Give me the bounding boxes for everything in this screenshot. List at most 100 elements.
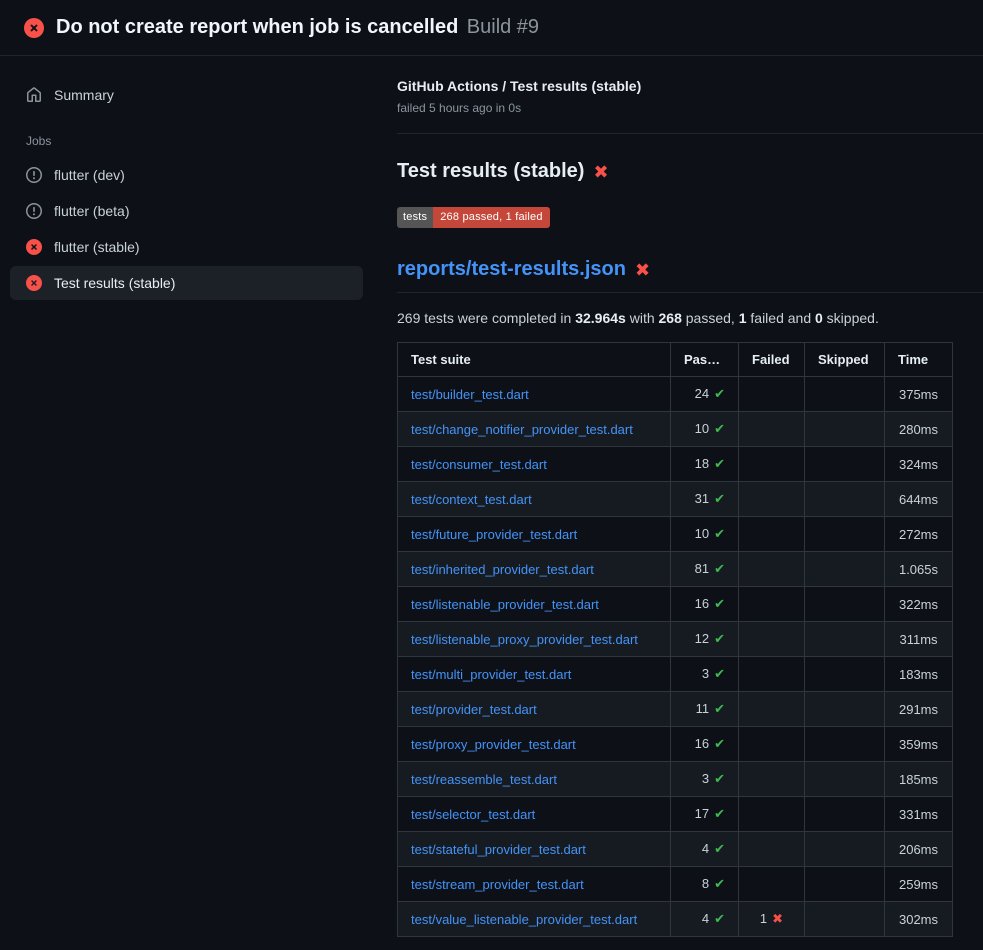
test-suite-link[interactable]: test/future_provider_test.dart [411, 527, 577, 542]
sidebar-item-test-results-stable[interactable]: Test results (stable) [10, 266, 363, 300]
test-suite-link[interactable]: test/listenable_provider_test.dart [411, 597, 599, 612]
sidebar-item-flutter-dev[interactable]: flutter (dev) [10, 158, 363, 192]
failed-cell [739, 797, 805, 832]
test-suite-link[interactable]: test/listenable_proxy_provider_test.dart [411, 632, 638, 647]
col-header-skipped: Skipped [805, 343, 885, 377]
passed-cell: 8✔ [671, 867, 739, 902]
table-row: test/proxy_provider_test.dart 16✔ 359ms [398, 727, 953, 762]
check-icon: ✔ [714, 386, 725, 401]
badge-label: tests [397, 207, 433, 228]
time-cell: 375ms [885, 377, 953, 412]
skipped-cell [805, 622, 885, 657]
failed-cell [739, 412, 805, 447]
skipped-cell [805, 867, 885, 902]
passed-cell: 10✔ [671, 412, 739, 447]
time-cell: 359ms [885, 727, 953, 762]
test-suite-link[interactable]: test/stateful_provider_test.dart [411, 842, 586, 857]
table-row: test/builder_test.dart 24✔ 375ms [398, 377, 953, 412]
table-row: test/future_provider_test.dart 10✔ 272ms [398, 517, 953, 552]
check-icon: ✔ [714, 596, 725, 611]
test-suite-link[interactable]: test/provider_test.dart [411, 702, 537, 717]
summary-failed-count: 1 [739, 310, 747, 326]
table-row: test/listenable_provider_test.dart 16✔ 3… [398, 587, 953, 622]
check-icon: ✔ [714, 456, 725, 471]
failed-cell [739, 657, 805, 692]
time-cell: 324ms [885, 447, 953, 482]
failed-cell [739, 517, 805, 552]
test-suite-link[interactable]: test/context_test.dart [411, 492, 532, 507]
check-run-panel: GitHub Actions / Test results (stable) f… [373, 56, 983, 937]
time-cell: 302ms [885, 902, 953, 937]
skipped-cell [805, 692, 885, 727]
test-suite-link[interactable]: test/reassemble_test.dart [411, 772, 557, 787]
skipped-cell [805, 762, 885, 797]
failed-cell: 1✖ [739, 902, 805, 937]
summary-skipped-count: 0 [815, 310, 823, 326]
skipped-cell [805, 482, 885, 517]
skipped-cell [805, 797, 885, 832]
time-cell: 331ms [885, 797, 953, 832]
sidebar-item-flutter-beta[interactable]: flutter (beta) [10, 194, 363, 228]
passed-cell: 17✔ [671, 797, 739, 832]
skipped-cell [805, 657, 885, 692]
breadcrumb: GitHub Actions / Test results (stable) [397, 78, 983, 94]
job-failed-icon [26, 275, 42, 291]
check-icon: ✔ [714, 631, 725, 646]
skipped-cell [805, 447, 885, 482]
col-header-time: Time [885, 343, 953, 377]
report-file-link[interactable]: reports/test-results.json [397, 258, 626, 281]
table-row: test/multi_provider_test.dart 3✔ 183ms [398, 657, 953, 692]
check-icon: ✔ [714, 771, 725, 786]
check-icon: ✔ [714, 736, 725, 751]
table-row: test/consumer_test.dart 18✔ 324ms [398, 447, 953, 482]
check-icon: ✔ [714, 806, 725, 821]
passed-cell: 16✔ [671, 587, 739, 622]
job-label: Test results (stable) [54, 275, 175, 291]
tests-badge: tests 268 passed, 1 failed [397, 207, 550, 228]
test-suite-link[interactable]: test/builder_test.dart [411, 387, 529, 402]
check-icon: ✔ [714, 841, 725, 856]
table-row: test/stateful_provider_test.dart 4✔ 206m… [398, 832, 953, 867]
check-icon: ✔ [714, 701, 725, 716]
time-cell: 185ms [885, 762, 953, 797]
skipped-cell [805, 902, 885, 937]
passed-cell: 11✔ [671, 692, 739, 727]
job-failed-icon [26, 239, 42, 255]
test-results-table: Test suite Passed Failed Skipped Time te… [397, 342, 953, 937]
run-title: Do not create report when job is cancell… [56, 16, 458, 38]
job-neutral-icon [26, 167, 42, 183]
skipped-cell [805, 412, 885, 447]
check-icon: ✔ [714, 561, 725, 576]
table-row: test/value_listenable_provider_test.dart… [398, 902, 953, 937]
failed-cell [739, 622, 805, 657]
test-suite-link[interactable]: test/value_listenable_provider_test.dart [411, 912, 637, 927]
sidebar-item-flutter-stable[interactable]: flutter (stable) [10, 230, 363, 264]
sidebar-item-summary[interactable]: Summary [10, 78, 363, 112]
results-table-body: test/builder_test.dart 24✔ 375ms test/ch… [398, 377, 953, 937]
summary-passed-count: 268 [659, 310, 682, 326]
table-row: test/selector_test.dart 17✔ 331ms [398, 797, 953, 832]
check-icon: ✔ [714, 491, 725, 506]
check-icon: ✔ [714, 666, 725, 681]
failed-cell [739, 867, 805, 902]
col-header-failed: Failed [739, 343, 805, 377]
time-cell: 322ms [885, 587, 953, 622]
sidebar-summary-label: Summary [54, 87, 114, 103]
test-suite-link[interactable]: test/multi_provider_test.dart [411, 667, 571, 682]
test-suite-link[interactable]: test/stream_provider_test.dart [411, 877, 584, 892]
test-suite-link[interactable]: test/inherited_provider_test.dart [411, 562, 594, 577]
table-row: test/listenable_proxy_provider_test.dart… [398, 622, 953, 657]
test-suite-link[interactable]: test/proxy_provider_test.dart [411, 737, 576, 752]
table-header-row: Test suite Passed Failed Skipped Time [398, 343, 953, 377]
job-label: flutter (beta) [54, 203, 129, 219]
test-suite-link[interactable]: test/selector_test.dart [411, 807, 535, 822]
passed-cell: 4✔ [671, 832, 739, 867]
test-suite-link[interactable]: test/consumer_test.dart [411, 457, 547, 472]
passed-cell: 24✔ [671, 377, 739, 412]
passed-cell: 12✔ [671, 622, 739, 657]
failed-cell [739, 587, 805, 622]
time-cell: 1.065s [885, 552, 953, 587]
skipped-cell [805, 832, 885, 867]
test-suite-link[interactable]: test/change_notifier_provider_test.dart [411, 422, 633, 437]
summary-duration: 32.964s [575, 310, 626, 326]
